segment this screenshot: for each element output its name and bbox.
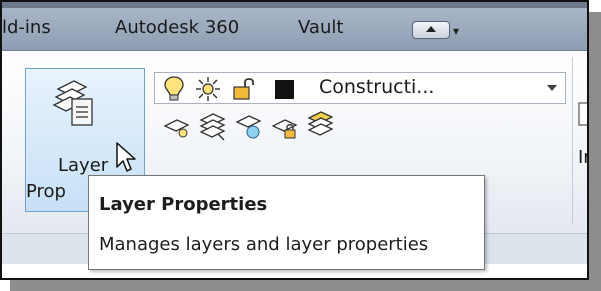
chevron-down-icon[interactable]: ▾ — [453, 24, 459, 38]
insert-panel-label: Ir — [578, 147, 587, 168]
layer-match-icon[interactable] — [198, 110, 228, 142]
layer-properties-icon — [52, 80, 93, 126]
screenshot-frame: ld-ins Autodesk 360 Vault ▾ Layer Prop C… — [0, 0, 589, 280]
sun-icon[interactable] — [195, 76, 221, 102]
window-dropdown-icon[interactable] — [412, 21, 450, 39]
insert-icon[interactable] — [578, 102, 589, 128]
layer-isolate-icon[interactable] — [162, 112, 192, 142]
tab-autodesk-360[interactable]: Autodesk 360 — [115, 17, 239, 38]
layer-lock-icon[interactable] — [270, 112, 300, 142]
tab-add-ins[interactable]: ld-ins — [2, 17, 51, 38]
tooltip-title: Layer Properties — [99, 194, 268, 215]
unlock-icon[interactable] — [231, 76, 257, 102]
layer-button-label-line2: Prop — [26, 181, 66, 202]
chevron-down-icon[interactable] — [547, 85, 557, 91]
bulb-icon[interactable] — [163, 75, 185, 103]
tooltip: Layer Properties Manages layers and laye… — [88, 175, 485, 270]
panel-separator — [572, 57, 573, 225]
layer-combo-value: Constructi... — [319, 76, 435, 98]
tab-vault[interactable]: Vault — [298, 17, 343, 38]
frame-shadow-side — [589, 12, 601, 291]
mouse-cursor-icon — [116, 142, 136, 172]
layer-button-label-line1: Layer — [58, 155, 109, 176]
layer-combo[interactable]: Constructi... — [154, 72, 566, 104]
layer-freeze-icon[interactable] — [234, 110, 264, 142]
frame-shadow-bottom — [10, 280, 601, 291]
layer-states-icon[interactable] — [306, 108, 336, 142]
ribbon-tab-bar: ld-ins Autodesk 360 Vault ▾ — [2, 8, 587, 51]
tooltip-description: Manages layers and layer properties — [99, 234, 429, 255]
layer-color-swatch — [275, 80, 294, 99]
